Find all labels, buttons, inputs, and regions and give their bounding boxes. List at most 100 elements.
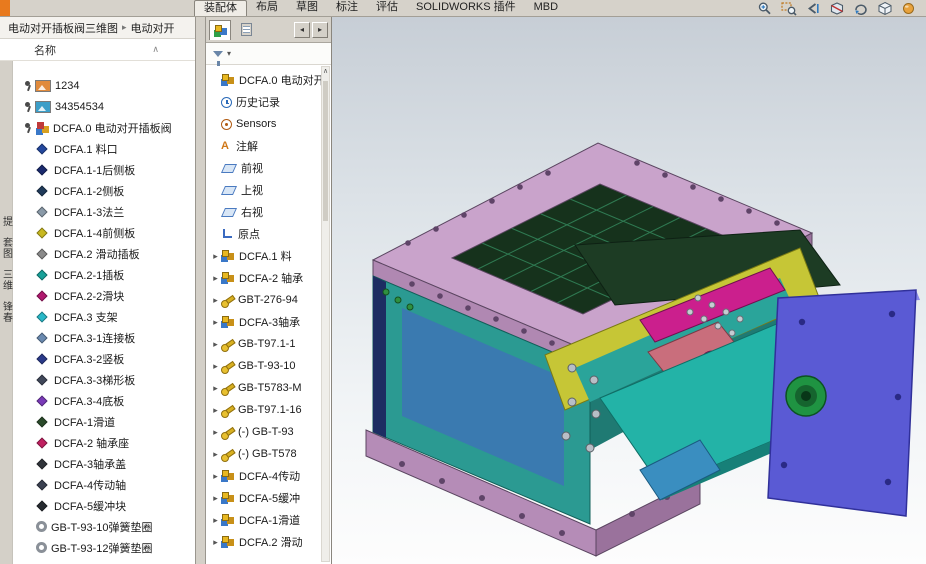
expand-arrow-icon[interactable] <box>210 493 221 504</box>
tree-item[interactable]: 前视 <box>210 157 321 179</box>
side-tab[interactable]: 提 <box>0 216 14 227</box>
pin-icon <box>22 79 35 93</box>
filter-caret-icon: ▾ <box>227 49 232 58</box>
tree-item[interactable]: DCFA-1滑道 <box>210 509 321 531</box>
file-list-item[interactable]: GB-T-93-10弹簧垫圈 <box>0 516 195 537</box>
expand-arrow-icon[interactable] <box>210 449 221 460</box>
panel-divider[interactable] <box>196 17 206 564</box>
zoom-to-fit-icon[interactable] <box>756 1 774 16</box>
expand-arrow-icon[interactable] <box>210 427 221 438</box>
bearing[interactable] <box>785 375 827 417</box>
file-list-item[interactable]: DCFA.2 滑动插板 <box>0 243 195 264</box>
expand-arrow-icon[interactable] <box>210 273 221 284</box>
tree-filter-bar[interactable]: ▾ <box>206 43 331 66</box>
breadcrumb-root[interactable]: 电动对开插板阀三维图 <box>8 20 118 36</box>
previous-view-icon[interactable] <box>804 1 822 16</box>
ribbon-tab-addins[interactable]: SOLIDWORKS 插件 <box>407 0 525 16</box>
ribbon-tab-sketch[interactable]: 草图 <box>287 0 327 16</box>
expand-arrow-icon[interactable] <box>210 361 221 372</box>
tree-item[interactable]: DCFA.2 滑动 <box>210 531 321 553</box>
mounting-plate[interactable] <box>767 289 920 517</box>
file-list-item[interactable]: DCFA.3-4底板 <box>0 390 195 411</box>
ribbon-tab-mbd[interactable]: MBD <box>525 0 567 16</box>
scroll-up-icon[interactable]: ∧ <box>322 67 329 78</box>
side-tab[interactable]: 锋春 <box>0 301 14 323</box>
tree-item-label: 历史记录 <box>236 97 280 109</box>
tree-item-label: (-) GB-T578 <box>238 448 297 460</box>
sort-ascending-icon[interactable]: ∧ <box>152 44 159 55</box>
tree-item[interactable]: 历史记录 <box>210 91 321 113</box>
expand-arrow-icon[interactable] <box>210 383 221 394</box>
displaymanager-tab[interactable] <box>235 20 257 40</box>
file-list-item[interactable]: DCFA-1滑道 <box>0 411 195 432</box>
file-list-item[interactable]: GB-T-93-12弹簧垫圈 <box>0 537 195 558</box>
tree-item[interactable]: GBT-276-94 <box>210 289 321 311</box>
file-list-item[interactable]: 34354534 <box>0 96 195 117</box>
file-list-item[interactable]: DCFA.0 电动对开插板阀 <box>0 117 195 138</box>
scrollbar-thumb[interactable] <box>323 81 328 221</box>
side-tab[interactable]: 三维 <box>0 269 14 291</box>
tree-item[interactable]: DCFA-3轴承 <box>210 311 321 333</box>
file-list-item[interactable]: DCFA.1-3法兰 <box>0 201 195 222</box>
file-list-item[interactable]: DCFA.2-2滑块 <box>0 285 195 306</box>
expand-arrow-icon[interactable] <box>210 537 221 548</box>
file-list-item[interactable]: DCFA.1 料口 <box>0 138 195 159</box>
tree-item[interactable]: 右视 <box>210 201 321 223</box>
zoom-area-icon[interactable] <box>780 1 798 16</box>
rotate-view-icon[interactable] <box>852 1 870 16</box>
featuremanager-tab[interactable] <box>209 19 231 40</box>
file-list-item[interactable]: DCFA.1-1后侧板 <box>0 159 195 180</box>
tree-item[interactable]: DCFA.1 料 <box>210 245 321 267</box>
file-list-item[interactable]: DCFA-2 轴承座 <box>0 432 195 453</box>
cad-model-canvas[interactable] <box>332 17 926 564</box>
file-list-item[interactable]: DCFA.2-1插板 <box>0 264 195 285</box>
file-list-item[interactable]: DCFA-5缓冲块 <box>0 495 195 516</box>
file-list-item[interactable]: DCFA.3-3梯形板 <box>0 369 195 390</box>
name-column-header[interactable]: 名称 ∧ <box>0 39 195 61</box>
ribbon-tab-assembly[interactable]: 装配体 <box>194 0 247 16</box>
tree-forward-button[interactable]: ▸ <box>312 21 328 38</box>
tree-item[interactable]: (-) GB-T-93 <box>210 421 321 443</box>
file-list-item[interactable]: DCFA.3-2竖板 <box>0 348 195 369</box>
tree-item[interactable]: GB-T97.1-16 <box>210 399 321 421</box>
expand-arrow-icon[interactable] <box>210 251 221 262</box>
file-list-item[interactable]: DCFA-4传动轴 <box>0 474 195 495</box>
tree-scrollbar[interactable]: ∧ <box>321 66 330 562</box>
tree-item[interactable]: GB-T97.1-1 <box>210 333 321 355</box>
ribbon-tab-layout[interactable]: 布局 <box>247 0 287 16</box>
section-view-icon[interactable] <box>828 1 846 16</box>
tree-item-label: GB-T97.1-1 <box>238 338 296 350</box>
ribbon-tab-evaluate[interactable]: 评估 <box>367 0 407 16</box>
tree-item[interactable]: 原点 <box>210 223 321 245</box>
tree-item[interactable]: Sensors <box>210 113 321 135</box>
tree-item[interactable]: 注解 <box>210 135 321 157</box>
tree-item[interactable]: DCFA-5缓冲 <box>210 487 321 509</box>
expand-arrow-icon[interactable] <box>210 405 221 416</box>
file-list-item[interactable]: DCFA.1-2侧板 <box>0 180 195 201</box>
ribbon-tab-markup[interactable]: 标注 <box>327 0 367 16</box>
tree-item[interactable]: 上视 <box>210 179 321 201</box>
file-list-item[interactable]: 1234 <box>0 75 195 96</box>
tree-item[interactable]: DCFA.0 电动对开 <box>210 69 321 91</box>
display-style-icon[interactable] <box>876 1 894 16</box>
expand-arrow-icon[interactable] <box>210 471 221 482</box>
breadcrumb-current[interactable]: 电动对开 <box>131 20 175 36</box>
file-list-item[interactable]: DCFA.3-1连接板 <box>0 327 195 348</box>
expand-arrow-icon[interactable] <box>210 317 221 328</box>
tree-item[interactable]: GB-T-93-10 <box>210 355 321 377</box>
file-list-item[interactable]: DCFA.3 支架 <box>0 306 195 327</box>
expand-arrow-icon[interactable] <box>210 295 221 306</box>
graphics-viewport[interactable] <box>332 17 926 564</box>
tree-back-button[interactable]: ◂ <box>294 21 310 38</box>
expand-arrow-icon[interactable] <box>210 339 221 350</box>
edit-appearance-icon[interactable] <box>900 1 918 16</box>
expand-arrow-icon[interactable] <box>210 515 221 526</box>
file-list-item[interactable]: DCFA.1-4前侧板 <box>0 222 195 243</box>
tree-item[interactable]: DCFA-2 轴承 <box>210 267 321 289</box>
name-column-label: 名称 <box>34 44 56 57</box>
tree-item[interactable]: (-) GB-T578 <box>210 443 321 465</box>
tree-item[interactable]: GB-T5783-M <box>210 377 321 399</box>
tree-item[interactable]: DCFA-4传动 <box>210 465 321 487</box>
file-list-item[interactable]: DCFA-3轴承盖 <box>0 453 195 474</box>
side-tab[interactable]: 套图 <box>0 237 14 259</box>
